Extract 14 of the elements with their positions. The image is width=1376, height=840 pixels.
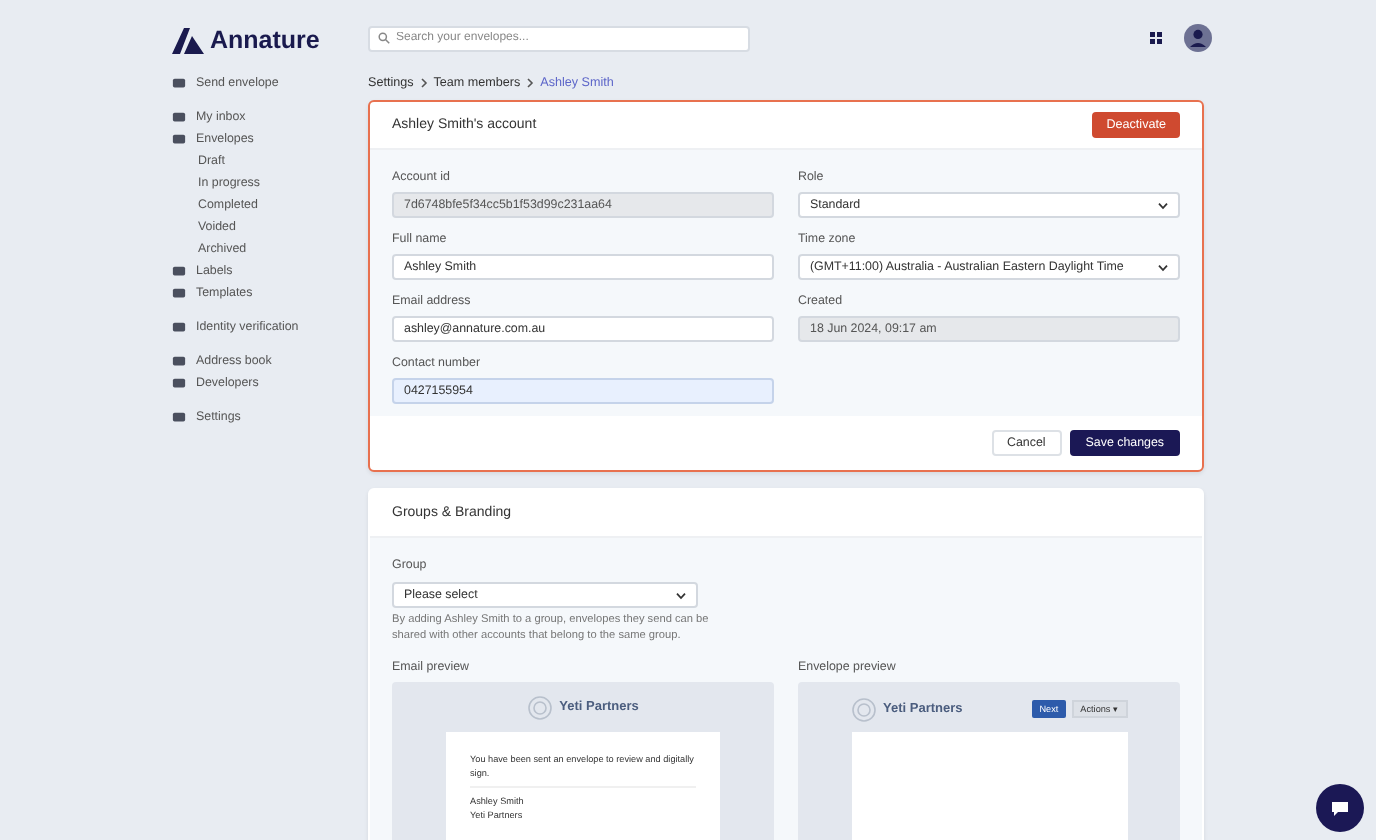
chevron-icon (526, 77, 535, 87)
chat-button[interactable] (1316, 784, 1364, 832)
caret-icon (676, 591, 686, 599)
caret-icon (1158, 263, 1168, 271)
company-logo-icon (851, 697, 875, 722)
logo-icon (172, 27, 204, 53)
chat-icon (1330, 799, 1350, 817)
company-logo-icon (527, 695, 552, 720)
avatar-icon[interactable] (1184, 24, 1212, 52)
chevron-icon (419, 77, 428, 87)
brand-name: Annature (210, 26, 320, 54)
caret-icon (1158, 201, 1168, 209)
grid-icon[interactable] (1150, 32, 1162, 44)
search-icon (378, 32, 390, 44)
